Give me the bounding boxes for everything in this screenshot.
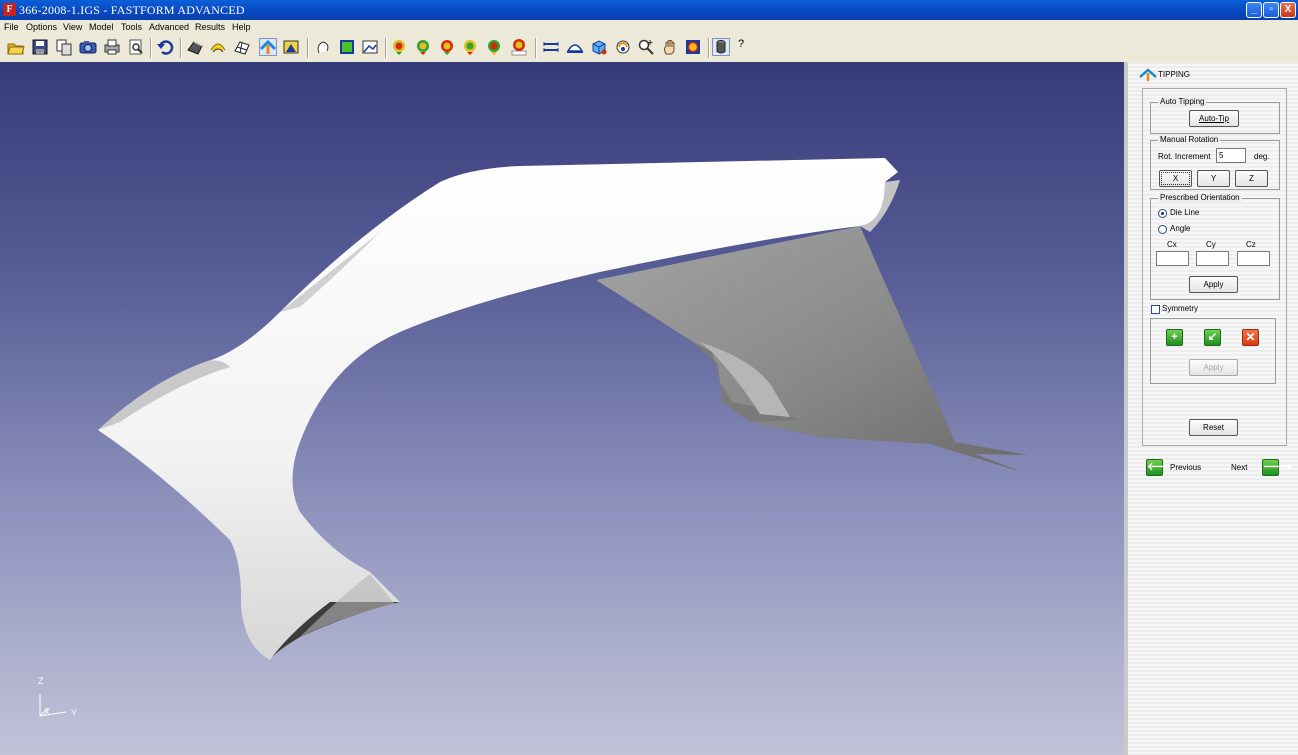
mesh-icon[interactable] xyxy=(233,38,251,56)
print-icon[interactable] xyxy=(103,38,121,56)
rot-increment-label: Rot. Increment xyxy=(1158,152,1211,161)
cz-input[interactable] xyxy=(1237,251,1270,266)
model-viewport[interactable]: Z X Y xyxy=(0,62,1124,755)
pick-symmetry-plane-icon[interactable]: ↙ xyxy=(1204,329,1221,346)
pan-icon[interactable] xyxy=(661,38,679,56)
save-icon[interactable] xyxy=(31,38,49,56)
menu-options[interactable]: Options xyxy=(26,21,57,33)
section-icon[interactable] xyxy=(566,38,584,56)
rotate-icon[interactable] xyxy=(314,38,332,56)
result-icon-5[interactable] xyxy=(485,38,503,56)
prescribed-orientation-label: Prescribed Orientation xyxy=(1158,193,1242,203)
menu-bar: File Options View Model Tools Advanced R… xyxy=(0,20,1298,34)
tipping-panel: TIPPING Auto Tipping Auto-Tip Manual Rot… xyxy=(1124,62,1298,755)
result-icon-1[interactable] xyxy=(390,38,408,56)
open-folder-icon[interactable] xyxy=(7,38,25,56)
menu-advanced[interactable]: Advanced xyxy=(149,21,189,33)
result-icon-2[interactable] xyxy=(414,38,432,56)
panel-title: TIPPING xyxy=(1158,70,1191,79)
apply-symmetry-button[interactable]: Apply xyxy=(1189,359,1238,376)
die-line-radio[interactable] xyxy=(1158,209,1167,218)
cx-label: Cx xyxy=(1167,240,1177,249)
manual-rotation-label: Manual Rotation xyxy=(1158,135,1221,145)
add-symmetry-plane-icon[interactable]: + xyxy=(1166,329,1183,346)
result-icon-4[interactable] xyxy=(461,38,479,56)
next-label[interactable]: Next xyxy=(1231,463,1247,473)
reset-button[interactable]: Reset xyxy=(1189,419,1238,436)
axis-y-label: Y xyxy=(71,708,78,718)
cy-input[interactable] xyxy=(1196,251,1229,266)
angle-radio[interactable] xyxy=(1158,225,1167,234)
cz-label: Cz xyxy=(1246,240,1256,249)
fit-icon[interactable] xyxy=(684,38,702,56)
auto-tip-button[interactable]: Auto-Tip xyxy=(1189,110,1239,127)
trim-icon[interactable] xyxy=(361,38,379,56)
rot-increment-input[interactable]: 5 xyxy=(1216,148,1246,163)
previous-arrow-icon[interactable]: 🡐 xyxy=(1146,459,1177,476)
window-title: 366-2008-1.IGS - FASTFORM ADVANCED xyxy=(19,3,245,17)
result-icon-3[interactable] xyxy=(438,38,456,56)
symmetry-checkbox[interactable] xyxy=(1151,305,1160,314)
maximize-button[interactable]: ▫ xyxy=(1263,2,1279,18)
next-arrow-icon[interactable]: 🡒 xyxy=(1262,459,1293,476)
help-icon[interactable]: ? xyxy=(738,38,756,56)
app-logo-icon: F xyxy=(3,3,16,16)
axis-z-label: Z xyxy=(38,676,44,686)
orbit-icon[interactable] xyxy=(614,38,632,56)
previous-label[interactable]: Previous xyxy=(1170,463,1201,473)
rot-unit-label: deg. xyxy=(1254,152,1270,161)
print-preview-icon[interactable] xyxy=(127,38,145,56)
tipping-icon[interactable] xyxy=(259,38,277,56)
camera-icon[interactable] xyxy=(79,38,97,56)
rotate-z-button[interactable]: Z xyxy=(1235,170,1268,187)
part-model-render xyxy=(98,158,1028,660)
model-icon[interactable] xyxy=(186,38,204,56)
blank-icon[interactable] xyxy=(282,38,300,56)
axis-x-label: X xyxy=(44,707,51,717)
cx-input[interactable] xyxy=(1156,251,1189,266)
undo-icon[interactable] xyxy=(156,38,174,56)
cylinder-icon[interactable] xyxy=(712,38,730,56)
surface-icon[interactable] xyxy=(209,38,227,56)
copy-icon[interactable] xyxy=(55,38,73,56)
measure-icon[interactable] xyxy=(542,38,560,56)
symmetry-label: Symmetry xyxy=(1162,304,1198,313)
delete-symmetry-plane-icon[interactable]: ✕ xyxy=(1242,329,1259,346)
auto-tipping-label: Auto Tipping xyxy=(1158,97,1207,107)
zoom-icon[interactable] xyxy=(637,38,655,56)
menu-results[interactable]: Results xyxy=(195,21,225,33)
rotate-x-button[interactable]: X xyxy=(1159,170,1192,187)
rotate-y-button[interactable]: Y xyxy=(1197,170,1230,187)
minimize-button[interactable]: _ xyxy=(1246,2,1262,18)
close-button[interactable]: X xyxy=(1280,2,1296,18)
die-line-label: Die Line xyxy=(1170,208,1200,217)
menu-view[interactable]: View xyxy=(63,21,82,33)
edge-icon[interactable] xyxy=(338,38,356,56)
menu-help[interactable]: Help xyxy=(232,21,251,33)
angle-label: Angle xyxy=(1170,224,1191,233)
menu-model[interactable]: Model xyxy=(89,21,114,33)
apply-orientation-button[interactable]: Apply xyxy=(1189,276,1238,293)
toolbar: ? xyxy=(0,34,1298,63)
cube-view-icon[interactable] xyxy=(590,38,608,56)
menu-file[interactable]: File xyxy=(4,21,19,33)
title-bar: F 366-2008-1.IGS - FASTFORM ADVANCED _ ▫… xyxy=(0,0,1298,20)
menu-tools[interactable]: Tools xyxy=(121,21,142,33)
cy-label: Cy xyxy=(1206,240,1216,249)
result-more-icon[interactable] xyxy=(510,38,528,56)
tipping-icon xyxy=(1139,68,1157,81)
